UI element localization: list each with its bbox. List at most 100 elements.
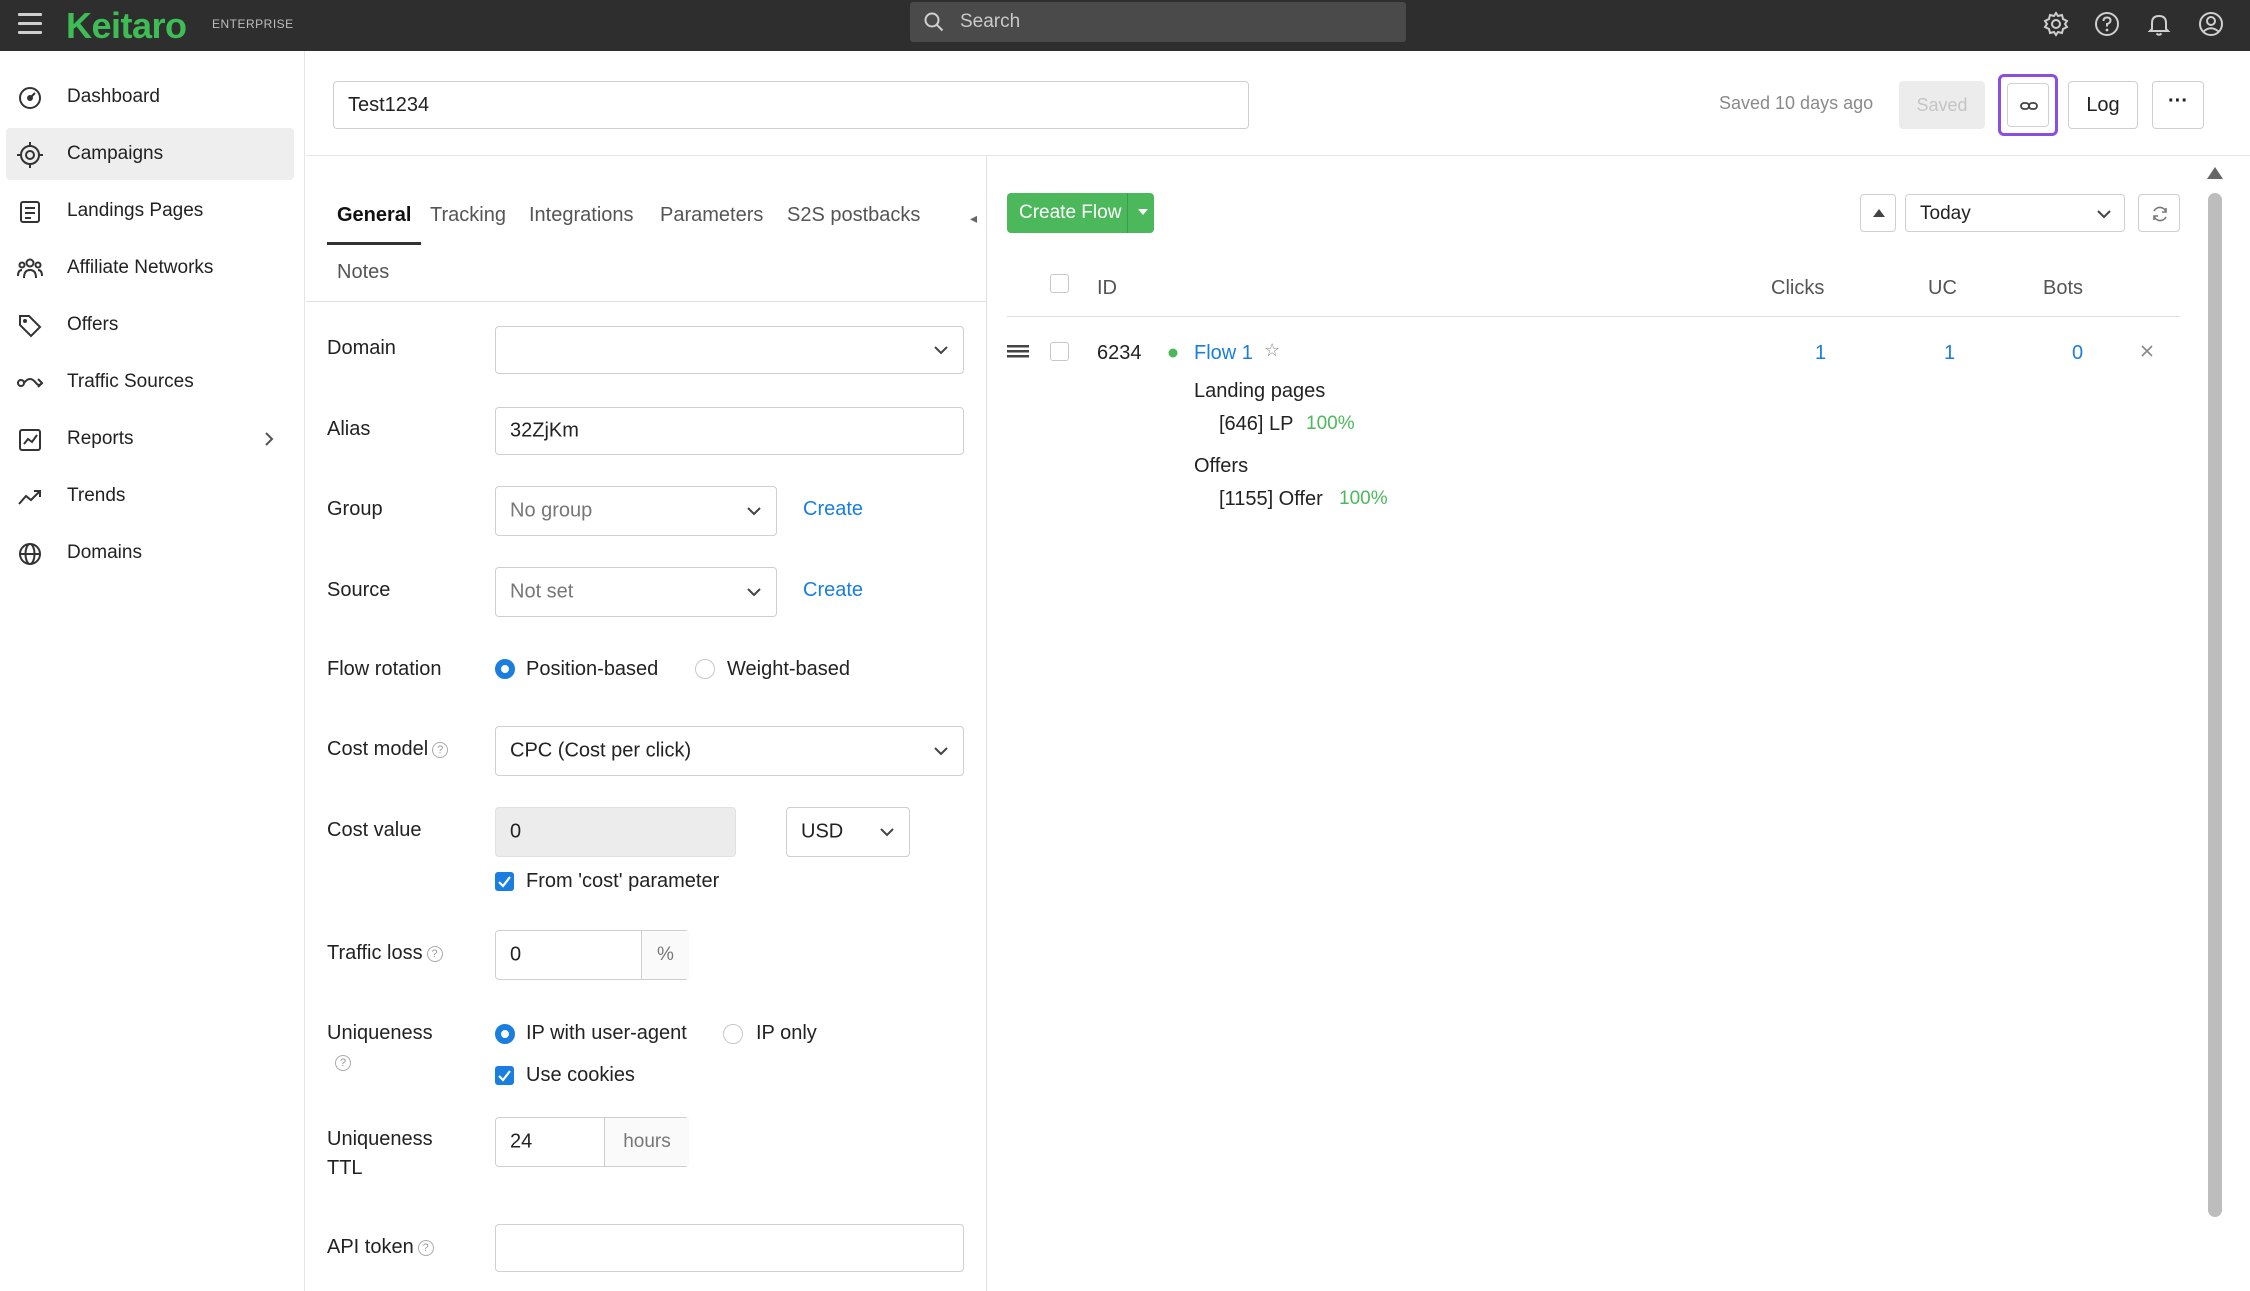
tab-parameters[interactable]: Parameters [660,204,763,227]
help-icon[interactable] [2093,10,2121,38]
cost-model-label: Cost model? [327,738,449,761]
from-cost-param-label[interactable]: From 'cost' parameter [526,870,719,893]
star-icon[interactable]: ☆ [1264,340,1280,361]
position-based-radio[interactable] [495,659,515,679]
dropdown-caret-icon[interactable] [1138,209,1148,215]
sidebar-item-reports[interactable]: Reports [6,413,294,465]
create-group-link[interactable]: Create [803,498,863,521]
help-icon[interactable]: ? [335,1055,351,1071]
report-icon [19,429,41,451]
close-icon[interactable] [2140,344,2154,358]
flow-bots[interactable]: 0 [2072,342,2083,365]
api-token-label: API token? [327,1236,434,1259]
from-cost-param-checkbox[interactable] [495,872,514,891]
cost-value-input[interactable]: 0 [495,807,736,857]
api-token-input[interactable] [495,1224,964,1272]
position-based-label[interactable]: Position-based [526,658,658,681]
uniqueness-ttl-input[interactable]: 24 hours [495,1117,689,1167]
traffic-loss-input[interactable]: 0 % [495,930,689,980]
flow-name-link[interactable]: Flow 1 [1194,342,1253,365]
landing-page-item[interactable]: [646] LP [1219,413,1294,436]
campaign-header: Saved 10 days ago Saved Log ··· [306,51,2250,156]
group-select[interactable]: No group [495,486,777,536]
ip-with-ua-label[interactable]: IP with user-agent [526,1022,687,1045]
period-select[interactable]: Today [1905,194,2125,232]
source-select[interactable]: Not set [495,567,777,617]
offer-item[interactable]: [1155] Offer [1219,488,1323,511]
edition-label: ENTERPRISE [212,17,294,31]
scrollbar[interactable] [2204,165,2224,1291]
scrollbar-thumb[interactable] [2208,193,2222,1217]
check-icon [498,1070,511,1082]
help-icon[interactable]: ? [417,1239,434,1256]
active-tab-indicator [327,242,421,245]
alias-input[interactable]: 32ZjKm [495,407,964,455]
flow-rotation-label: Flow rotation [327,658,442,680]
dashboard-icon [19,87,41,109]
source-icon [17,378,44,388]
create-flow-button[interactable]: Create Flow [1007,193,1154,233]
column-header-uc[interactable]: UC [1928,277,1957,300]
uniqueness-label: Uniqueness [327,1022,433,1044]
sidebar-item-label: Reports [67,428,134,449]
ip-only-label[interactable]: IP only [756,1022,817,1045]
sidebar-item-landings-pages[interactable]: Landings Pages [6,185,294,237]
sidebar-item-campaigns[interactable]: Campaigns [6,128,294,180]
sidebar-item-domains[interactable]: Domains [6,527,294,579]
chevron-down-icon [747,507,761,516]
flow-uc[interactable]: 1 [1944,342,1955,365]
campaign-settings-panel: General Tracking Integrations Parameters… [306,156,987,1291]
column-header-id[interactable]: ID [1097,277,1117,300]
percent-addon: % [641,931,689,979]
tab-s2s-postbacks[interactable]: S2S postbacks [787,204,920,227]
select-all-checkbox[interactable] [1050,274,1069,293]
chevron-down-icon [934,747,948,756]
scroll-up-icon[interactable] [2207,167,2223,179]
flow-clicks[interactable]: 1 [1815,342,1826,365]
user-icon[interactable] [2197,10,2225,38]
tag-icon [19,315,42,338]
sidebar-item-dashboard[interactable]: Dashboard [6,71,294,123]
use-cookies-label[interactable]: Use cookies [526,1064,635,1087]
drag-handle-icon[interactable] [1007,344,1029,358]
bell-icon[interactable] [2145,10,2173,38]
help-icon[interactable]: ? [426,945,443,962]
sidebar-item-trends[interactable]: Trends [6,470,294,522]
tab-integrations[interactable]: Integrations [529,204,634,227]
weight-based-radio[interactable] [695,659,715,679]
refresh-button[interactable] [2138,194,2180,232]
link-button[interactable] [1998,74,2058,136]
column-header-clicks[interactable]: Clicks [1771,277,1824,300]
ip-with-ua-radio[interactable] [495,1024,515,1044]
search-input[interactable] [960,2,1390,42]
campaign-name-input[interactable] [333,81,1249,129]
logo[interactable]: Keitaro [66,5,187,47]
top-bar: Keitaro ENTERPRISE [0,0,2250,51]
help-icon[interactable]: ? [432,741,449,758]
currency-select[interactable]: USD [786,807,910,857]
sidebar-item-offers[interactable]: Offers [6,299,294,351]
save-button[interactable]: Saved [1899,81,1985,129]
target-icon [17,142,43,168]
more-button[interactable]: ··· [2152,81,2204,129]
sidebar-item-affiliate-networks[interactable]: Affiliate Networks [6,242,294,294]
domain-select[interactable] [495,326,964,374]
sidebar-item-traffic-sources[interactable]: Traffic Sources [6,356,294,408]
caret-up-icon [1873,209,1885,217]
ip-only-radio[interactable] [723,1024,743,1044]
tab-general[interactable]: General [337,204,411,227]
cost-model-select[interactable]: CPC (Cost per click) [495,726,964,776]
menu-icon[interactable] [18,13,44,37]
weight-based-label[interactable]: Weight-based [727,658,850,681]
create-source-link[interactable]: Create [803,579,863,602]
gear-icon[interactable] [2042,10,2070,38]
tabs-scroll-left-icon[interactable]: ◂ [970,210,977,227]
tab-notes[interactable]: Notes [337,261,389,284]
log-button[interactable]: Log [2068,81,2138,129]
row-checkbox[interactable] [1050,342,1069,361]
tab-tracking[interactable]: Tracking [430,204,506,227]
search-box[interactable] [910,2,1406,42]
use-cookies-checkbox[interactable] [495,1066,514,1085]
collapse-up-button[interactable] [1860,194,1896,232]
column-header-bots[interactable]: Bots [2043,277,2083,300]
